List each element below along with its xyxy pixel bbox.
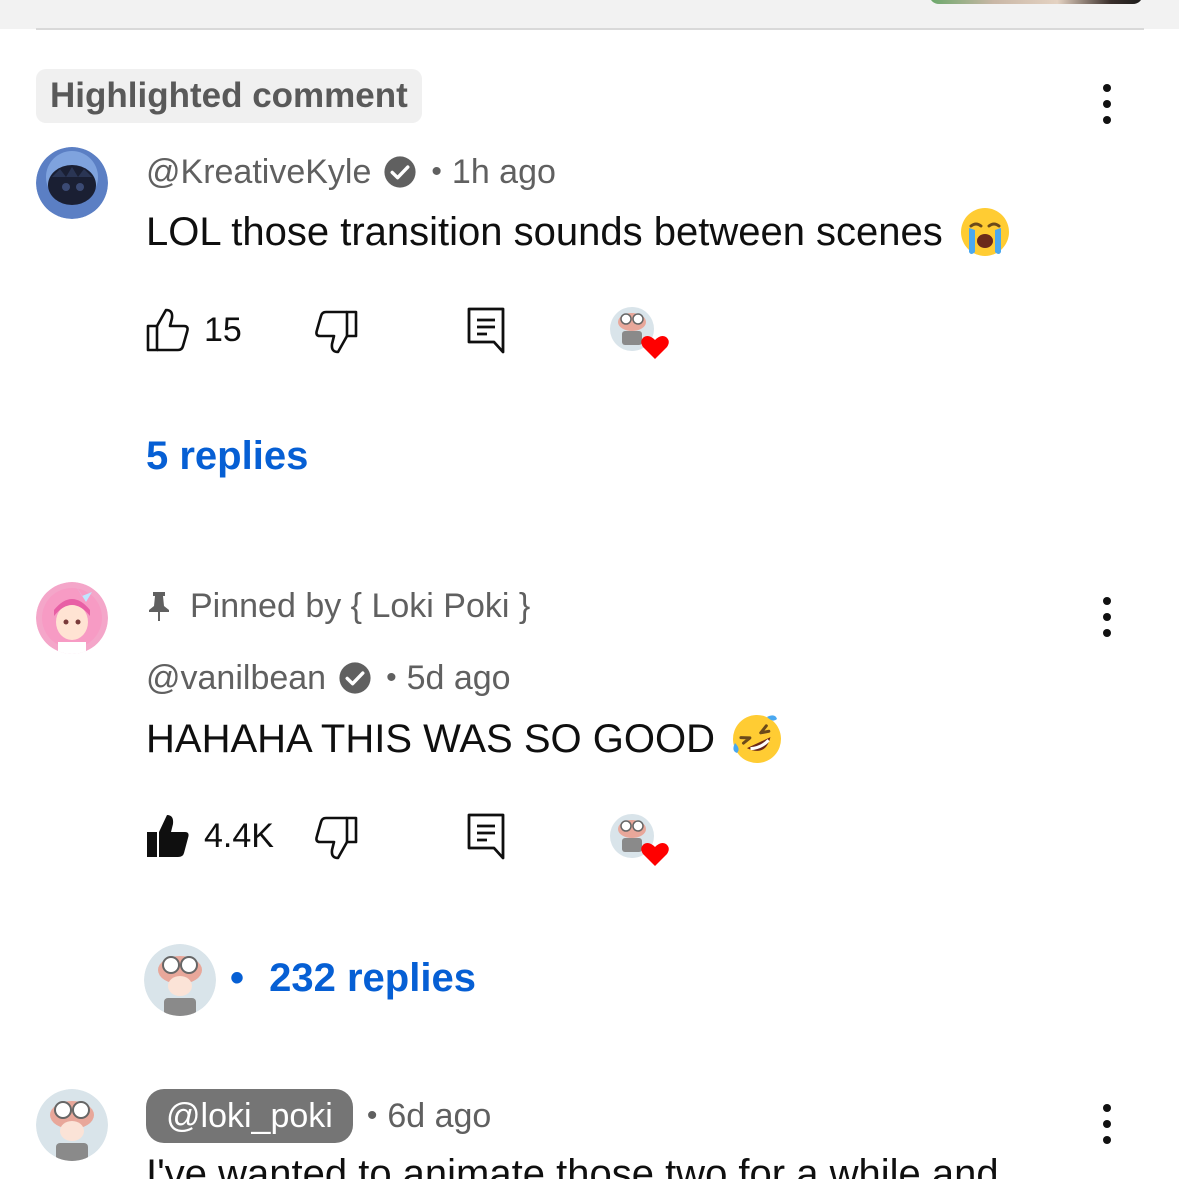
channel-handle[interactable]: @vanilbean (146, 659, 326, 698)
comment-text: HAHAHA THIS WAS SO GOOD (146, 716, 715, 761)
dislike-icon[interactable] (314, 310, 358, 356)
view-replies-link[interactable]: 5 replies (146, 434, 308, 479)
section-divider (36, 28, 1144, 30)
more-options-icon[interactable] (1087, 1098, 1127, 1150)
like-filled-icon[interactable] (146, 812, 190, 858)
comment-time[interactable]: 1h ago (452, 153, 556, 192)
creator-avatar-heart-icon (610, 814, 669, 866)
separator-dot: • (366, 1099, 378, 1132)
pinned-label: Pinned by { Loki Poki } (190, 586, 531, 625)
avatar-kreativekyle-image (36, 147, 108, 219)
comment-time[interactable]: 5d ago (407, 659, 511, 698)
rolling-on-floor-laughing-face-icon (732, 715, 781, 763)
creator-reply-avatar[interactable] (144, 944, 216, 1016)
verified-check-icon (384, 156, 416, 188)
creator-heart (608, 812, 672, 868)
comment-time[interactable]: 6d ago (387, 1097, 491, 1136)
avatar-loki-poki-image (36, 1089, 108, 1161)
more-options-icon[interactable] (1087, 591, 1127, 643)
avatar-vanilbean-image (36, 582, 108, 654)
comment-text-row: HAHAHA THIS WAS SO GOOD (146, 713, 783, 765)
like-count: 4.4K (204, 817, 274, 855)
like-count: 15 (204, 311, 242, 349)
comment-text-row: LOL those transition sounds between scen… (146, 206, 1011, 258)
comments-page: Highlighted comment @KreativeKyle • 1h a… (0, 0, 1179, 1179)
comment-text: LOL those transition sounds between scen… (146, 209, 943, 254)
thumbnail-peek[interactable] (929, 0, 1143, 4)
avatar[interactable] (36, 582, 108, 654)
loudly-crying-face-icon (960, 208, 1009, 256)
more-options-icon[interactable] (1087, 78, 1127, 130)
avatar[interactable] (36, 147, 108, 219)
pinned-indicator: Pinned by { Loki Poki } (146, 584, 530, 628)
avatar-loki-poki-image (144, 944, 216, 1016)
comment-meta: @loki_poki • 6d ago (146, 1089, 491, 1143)
reply-icon[interactable] (466, 306, 506, 354)
view-replies-link[interactable]: • 232 replies (230, 956, 476, 1001)
channel-handle[interactable]: @KreativeKyle (146, 153, 371, 192)
avatar[interactable] (36, 1089, 108, 1161)
like-icon[interactable] (146, 306, 190, 352)
replies-prefix-dot: • (230, 956, 245, 1000)
separator-dot: • (431, 155, 442, 188)
comment-meta: @KreativeKyle • 1h ago (146, 150, 556, 194)
creator-heart (608, 305, 672, 361)
comment-meta: @vanilbean • 5d ago (146, 656, 511, 700)
verified-check-icon (339, 662, 371, 694)
highlighted-comment-badge: Highlighted comment (36, 69, 422, 123)
separator-dot: • (386, 661, 397, 694)
reply-icon[interactable] (466, 812, 506, 860)
creator-handle-chip[interactable]: @loki_poki (146, 1089, 353, 1143)
replies-count: 232 replies (269, 956, 476, 1000)
pin-icon (149, 592, 169, 621)
dislike-icon[interactable] (314, 816, 358, 862)
creator-avatar-heart-icon (610, 307, 669, 359)
previous-section-strip (0, 0, 1179, 29)
comment-text: I've wanted to animate those two for a w… (146, 1152, 999, 1179)
